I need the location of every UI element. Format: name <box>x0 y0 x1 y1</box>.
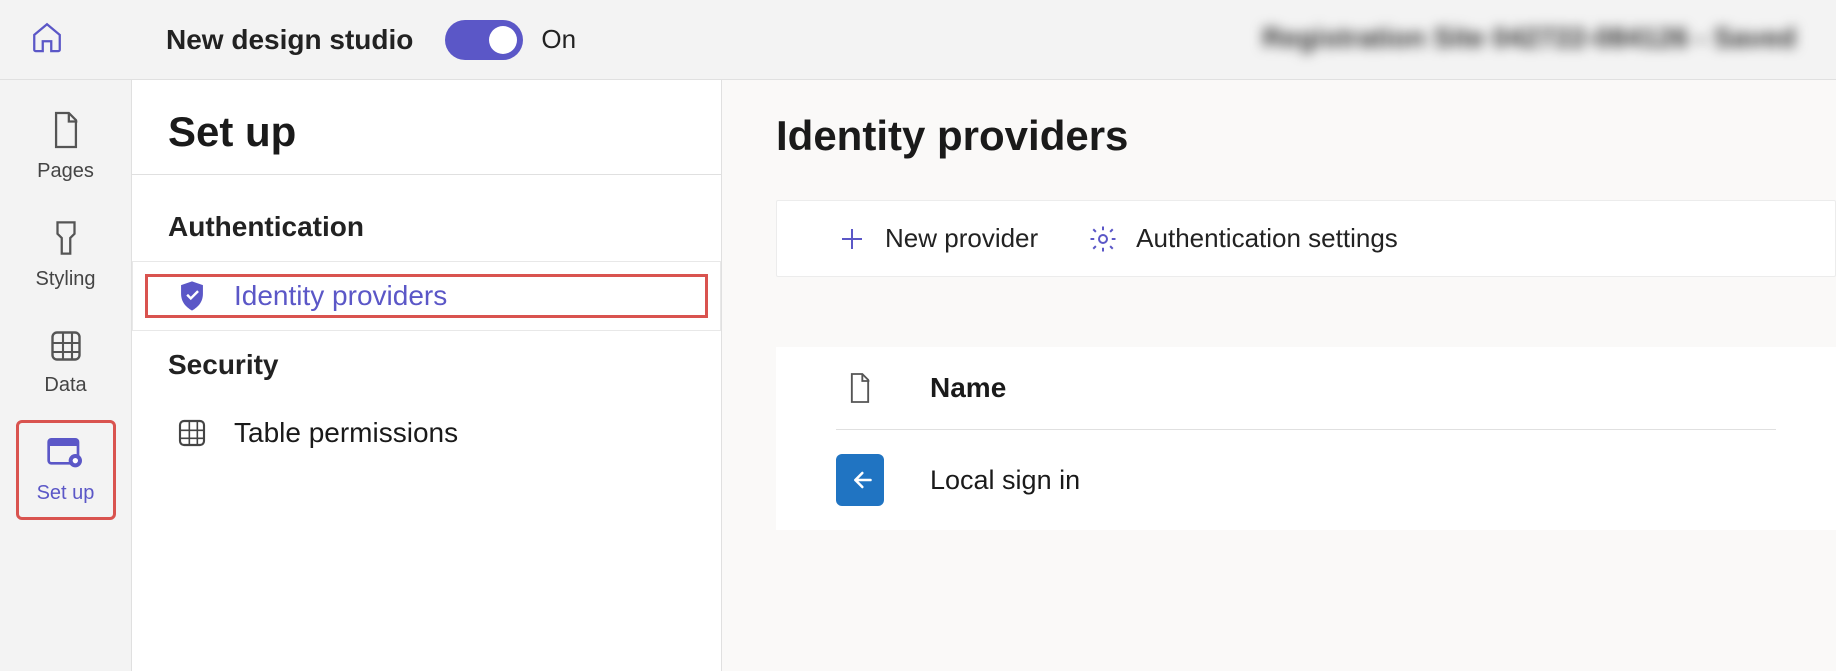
rail-item-setup[interactable]: Set up <box>16 420 116 520</box>
main-content: Identity providers New provider Authenti… <box>722 80 1836 671</box>
home-icon[interactable] <box>30 20 64 59</box>
toggle-label: On <box>541 24 576 55</box>
nav-label: Identity providers <box>234 280 447 312</box>
save-status: Registration Site 042722-084126 - Saved <box>1262 22 1796 54</box>
cmd-label: New provider <box>885 223 1038 254</box>
providers-table: Name Local sign in <box>776 347 1836 530</box>
nav-label: Table permissions <box>234 417 458 449</box>
file-icon <box>836 371 884 405</box>
rail-item-styling[interactable]: Styling <box>16 204 116 304</box>
table-icon <box>174 417 210 449</box>
signin-icon <box>836 454 884 506</box>
toggle-switch[interactable] <box>445 20 523 60</box>
top-bar: New design studio On Registration Site 0… <box>0 0 1836 80</box>
page-heading: Identity providers <box>776 112 1836 160</box>
rail-item-pages[interactable]: Pages <box>16 96 116 196</box>
rail-label: Pages <box>37 160 94 183</box>
rail-label: Set up <box>37 482 95 505</box>
gear-icon <box>1088 224 1118 254</box>
rail-label: Styling <box>35 268 95 291</box>
col-name[interactable]: Name <box>930 372 1006 404</box>
setup-sidepanel: Set up Authentication Identity providers… <box>132 80 722 671</box>
table-row[interactable]: Local sign in <box>836 430 1776 530</box>
rail-label: Data <box>44 374 86 397</box>
new-provider-button[interactable]: New provider <box>837 223 1038 254</box>
plus-icon <box>837 224 867 254</box>
divider <box>132 174 721 175</box>
command-bar: New provider Authentication settings <box>776 200 1836 277</box>
nav-table-permissions[interactable]: Table permissions <box>132 399 721 467</box>
shield-check-icon <box>174 279 210 313</box>
rail-item-data[interactable]: Data <box>16 312 116 412</box>
design-studio-toggle[interactable]: On <box>445 20 576 60</box>
auth-settings-button[interactable]: Authentication settings <box>1088 223 1398 254</box>
left-rail: Pages Styling Data Set up <box>0 80 132 671</box>
table-header: Name <box>836 347 1776 430</box>
nav-identity-providers[interactable]: Identity providers <box>132 261 721 331</box>
sidepanel-title: Set up <box>132 108 721 174</box>
group-security: Security <box>132 331 721 399</box>
header-title: New design studio <box>166 24 413 56</box>
cmd-label: Authentication settings <box>1136 223 1398 254</box>
row-name: Local sign in <box>930 465 1080 496</box>
group-authentication: Authentication <box>132 193 721 261</box>
